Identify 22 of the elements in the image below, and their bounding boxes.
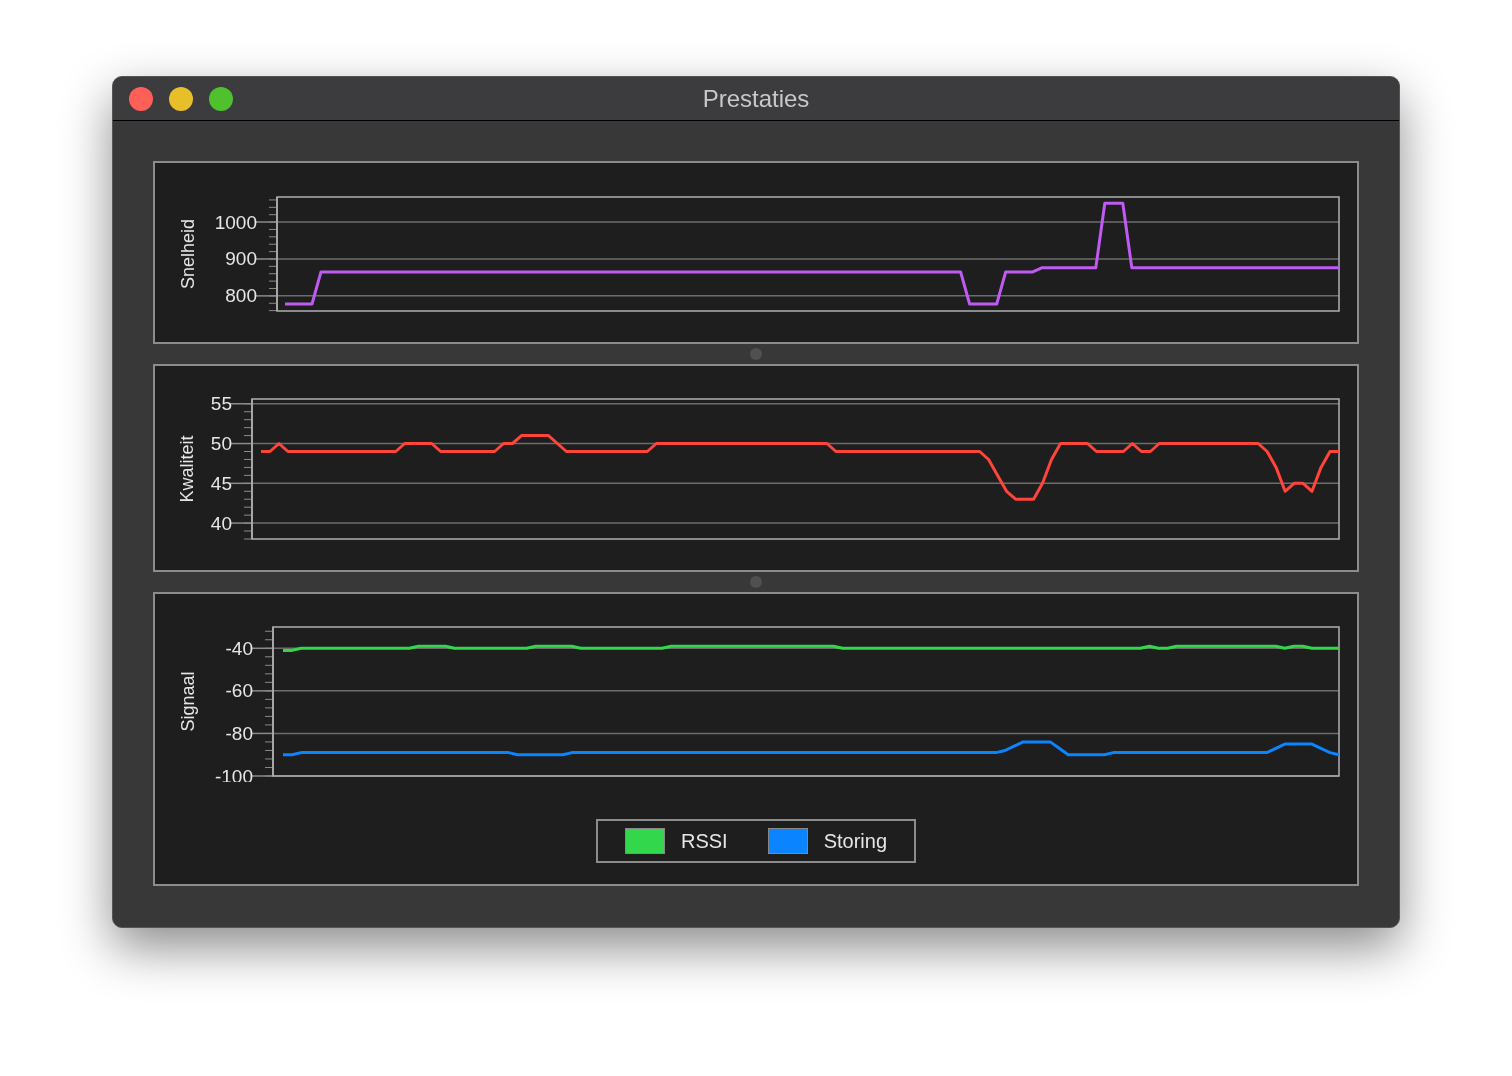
y-axis-label: Snelheid bbox=[178, 218, 198, 290]
splitter-handle[interactable] bbox=[750, 576, 762, 588]
y-tick-label: 50 bbox=[210, 433, 232, 455]
zoom-button[interactable] bbox=[209, 87, 233, 111]
y-tick-label: -40 bbox=[225, 637, 253, 659]
window-title: Prestaties bbox=[702, 83, 810, 114]
y-tick-label: 40 bbox=[210, 512, 232, 534]
y-axis-label: Signaal bbox=[178, 671, 198, 732]
y-axis-label: Kwaliteit bbox=[177, 435, 197, 503]
y-tick-label: -60 bbox=[225, 680, 253, 702]
close-button[interactable] bbox=[129, 87, 153, 111]
y-tick-label: 55 bbox=[210, 393, 232, 415]
y-tick-label: -80 bbox=[225, 722, 253, 744]
y-tick-label: 800 bbox=[225, 285, 257, 307]
y-tick-label: -100 bbox=[214, 765, 253, 782]
y-tick-label: 900 bbox=[225, 248, 257, 270]
splitter-handle[interactable] bbox=[750, 348, 762, 360]
minimize-button[interactable] bbox=[169, 87, 193, 111]
y-tick-label: 45 bbox=[210, 472, 232, 494]
legend-label: Storing bbox=[823, 829, 888, 854]
y-tick-label: 1000 bbox=[214, 211, 257, 233]
legend-label: RSSI bbox=[680, 829, 728, 854]
